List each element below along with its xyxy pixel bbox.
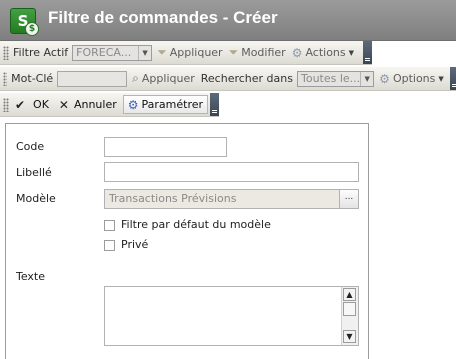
vertical-scrollbar[interactable]: ▲ ▼ (341, 287, 358, 345)
actions-menu-button[interactable]: ⚙ Actions ▼ (292, 46, 354, 60)
gear-icon: ⚙ (379, 71, 390, 86)
gear-icon: ⚙ (127, 97, 139, 112)
search-in-label: Rechercher dans (200, 72, 293, 85)
toolbar-overflow-icon[interactable] (363, 41, 372, 64)
private-label: Privé (121, 238, 149, 251)
binoculars-icon: ⌕ (132, 71, 139, 85)
gear-icon: ⚙ (291, 45, 303, 60)
scroll-thumb[interactable] (343, 302, 356, 316)
window-title: Filtre de commandes - Créer (48, 8, 278, 27)
ok-button[interactable]: ✔ OK (15, 98, 49, 112)
search-in-select[interactable]: Toutes le... ▼ (296, 70, 375, 87)
toolbar-grip-icon[interactable] (3, 71, 8, 86)
search-toolbar: Mot-Clé ⌕ Appliquer Rechercher dans Tout… (0, 67, 456, 91)
libelle-input[interactable] (104, 162, 359, 182)
code-label: Code (16, 140, 45, 153)
apply-search-button[interactable]: ⌕ Appliquer (132, 71, 195, 86)
title-bar: S $ Filtre de commandes - Créer (0, 0, 456, 41)
close-icon: ✕ (58, 97, 69, 112)
filter-icon: ⏷ (157, 45, 167, 59)
browse-button[interactable]: ... (339, 190, 358, 208)
settings-button[interactable]: ⚙ Paramétrer (122, 95, 209, 114)
filter-form: Code Libellé Modèle Transactions Prévisi… (5, 123, 369, 359)
action-toolbar: ✔ OK ✕ Annuler ⚙ Paramétrer (0, 93, 219, 117)
filter-toolbar: Filtre Actif FORECA... ▼ ⏷ Appliquer ⏷ M… (0, 41, 372, 65)
scroll-down-icon[interactable]: ▼ (343, 330, 356, 343)
active-filter-label: Filtre Actif (13, 46, 69, 59)
chevron-down-icon: ▼ (348, 48, 355, 57)
private-checkbox[interactable] (104, 240, 115, 251)
model-value: Transactions Prévisions (109, 192, 237, 205)
chevron-down-icon: ▼ (138, 45, 151, 60)
toolbar-grip-icon[interactable] (3, 97, 9, 112)
scroll-up-icon[interactable]: ▲ (343, 288, 356, 301)
default-filter-label: Filtre par défaut du modèle (121, 218, 271, 231)
active-filter-select[interactable]: FORECA... ▼ (72, 44, 153, 61)
default-filter-checkbox[interactable] (104, 220, 115, 231)
text-area[interactable]: ▲ ▼ (104, 286, 359, 346)
modify-filter-button[interactable]: ⏷ Modifier (229, 45, 286, 60)
libelle-label: Libellé (16, 166, 52, 179)
chevron-down-icon: ▼ (360, 71, 373, 86)
code-input[interactable] (104, 137, 227, 157)
model-label: Modèle (16, 192, 56, 205)
text-label: Texte (16, 270, 46, 283)
toolbar-overflow-icon[interactable] (210, 93, 219, 116)
model-field[interactable]: Transactions Prévisions ... (104, 189, 359, 209)
toolbar-overflow-icon[interactable] (449, 67, 456, 90)
options-menu-button[interactable]: ⚙ Options ▼ (379, 72, 444, 86)
keyword-input[interactable] (57, 70, 128, 87)
toolbar-grip-icon[interactable] (3, 45, 9, 60)
keyword-label: Mot-Clé (11, 72, 54, 85)
app-icon: S $ (10, 8, 39, 36)
filter-edit-icon: ⏷ (228, 45, 239, 59)
apply-filter-button[interactable]: ⏷ Appliquer (157, 45, 222, 60)
chevron-down-icon: ▼ (438, 74, 444, 83)
checkmark-icon: ✔ (14, 97, 26, 112)
cancel-button[interactable]: ✕ Annuler (59, 98, 117, 112)
